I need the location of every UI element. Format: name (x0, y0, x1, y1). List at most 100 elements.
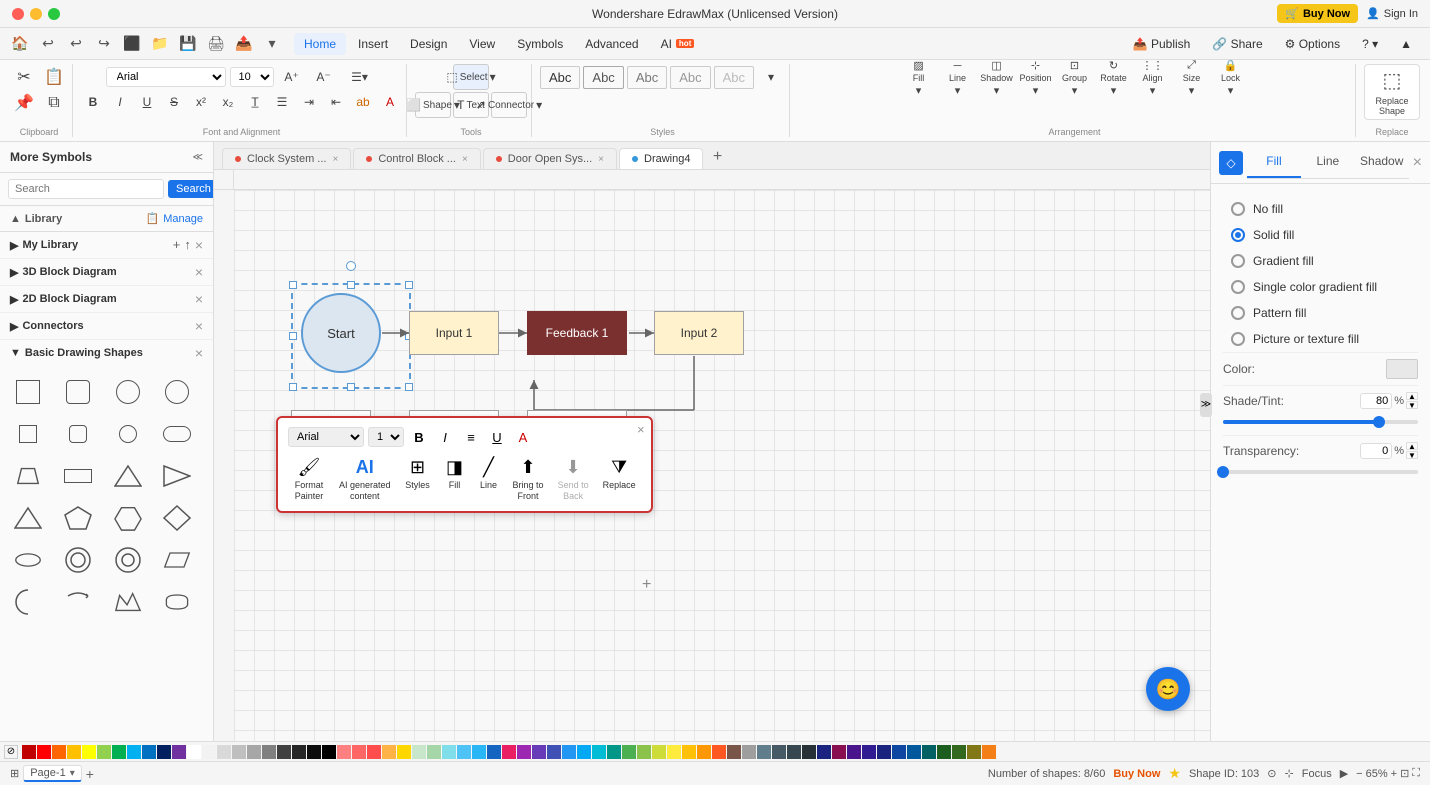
color-swatch-455a64[interactable] (772, 745, 786, 759)
color-swatch-4fc3f7[interactable] (457, 745, 471, 759)
zoom-in-btn[interactable]: + (1391, 768, 1397, 780)
connectors-header[interactable]: ▶ Connectors × (0, 313, 213, 339)
color-swatch-c00000[interactable] (22, 745, 36, 759)
color-swatch-ff8080[interactable] (337, 745, 351, 759)
color-swatch-c8e6c9[interactable] (412, 745, 426, 759)
clone-button[interactable]: ⧉ (40, 90, 68, 116)
color-swatch-2196f3[interactable] (562, 745, 576, 759)
color-swatch-ffeb3b[interactable] (667, 745, 681, 759)
print-icon[interactable]: 🖨 (204, 32, 228, 56)
fill-option-pattern-fill[interactable]: Pattern fill (1223, 300, 1418, 326)
color-swatch-673ab7[interactable] (532, 745, 546, 759)
shape-small-sq[interactable] (8, 414, 48, 454)
shape-parallelogram[interactable] (157, 540, 197, 580)
search-input[interactable] (8, 179, 164, 199)
color-swatch-e91e63[interactable] (502, 745, 516, 759)
color-swatch-000000[interactable] (322, 745, 336, 759)
increase-font-btn[interactable]: A⁺ (278, 64, 306, 90)
align-arrange-btn[interactable]: ⋮⋮ Align ▾ (1135, 64, 1171, 92)
import-lib-icon[interactable]: ↑ (184, 237, 191, 253)
fullscreen-btn[interactable]: ⛶ (1412, 767, 1420, 780)
ft-line-btn[interactable]: ╱ Line (474, 454, 504, 493)
select-zoom-icon[interactable]: ⊹ (1285, 767, 1294, 780)
color-swatch-1565c0[interactable] (487, 745, 501, 759)
color-swatch-f2f2f2[interactable] (202, 745, 216, 759)
color-swatch-cddc39[interactable] (652, 745, 666, 759)
color-swatch-3f51b5[interactable] (547, 745, 561, 759)
superscript-btn[interactable]: x² (189, 90, 213, 114)
highlight-btn[interactable]: ab (351, 90, 375, 114)
ft-replace-btn[interactable]: ⧩ Replace (598, 454, 641, 493)
color-swatch-0070c0[interactable] (142, 745, 156, 759)
ft-italic-btn[interactable]: I (434, 426, 456, 448)
menu-advanced[interactable]: Advanced (575, 33, 648, 55)
color-swatch-002060[interactable] (157, 745, 171, 759)
color-swatch-1b5e20[interactable] (937, 745, 951, 759)
sidebar-collapse-btn[interactable]: ≪ (193, 152, 203, 163)
color-swatch-404040[interactable] (277, 745, 291, 759)
color-swatch-ffc000[interactable] (67, 745, 81, 759)
undo2-icon[interactable]: ↩ (64, 32, 88, 56)
help-btn[interactable]: ? ▾ (1352, 33, 1388, 55)
collapse-panel-btn[interactable]: ▲ (1390, 33, 1422, 55)
underline-btn[interactable]: U (135, 90, 159, 114)
shape-small-circ[interactable] (108, 414, 148, 454)
ft-align-btn[interactable]: ≡ (460, 426, 482, 448)
fit-screen-btn[interactable]: ⊡ (1400, 767, 1409, 780)
close-my-library-btn[interactable]: × (195, 237, 203, 253)
color-swatch-00b0f0[interactable] (127, 745, 141, 759)
color-swatch-827717[interactable] (967, 745, 981, 759)
strikethrough-btn[interactable]: S (162, 90, 186, 114)
connection-icon[interactable]: ⊙ (1267, 767, 1276, 780)
color-swatch-ff4d4d[interactable] (367, 745, 381, 759)
export-icon[interactable]: 📤 (232, 32, 256, 56)
color-swatch-795548[interactable] (727, 745, 741, 759)
style-sample-4[interactable]: Abc (670, 66, 710, 89)
color-swatch-ff6666[interactable] (352, 745, 366, 759)
position-btn[interactable]: ⊹ Position ▾ (1018, 64, 1054, 92)
color-swatch-33691e[interactable] (952, 745, 966, 759)
lock-btn[interactable]: 🔒 Lock ▾ (1213, 64, 1249, 92)
menu-ai[interactable]: AI hot (651, 33, 705, 55)
font-size-select[interactable]: 10 (230, 67, 274, 87)
style-sample-2[interactable]: Abc (583, 66, 623, 89)
shade-down-btn[interactable]: ▼ (1406, 401, 1418, 409)
decrease-font-btn[interactable]: A⁻ (310, 64, 338, 90)
close-connectors-btn[interactable]: × (195, 318, 203, 334)
ft-font-color-btn[interactable]: A (512, 426, 534, 448)
options-btn[interactable]: ⚙ Options (1275, 33, 1350, 55)
transparency-input[interactable] (1360, 443, 1392, 459)
page-tab-active[interactable]: Page-1 ▾ (23, 765, 82, 782)
3d-block-header[interactable]: ▶ 3D Block Diagram × (0, 259, 213, 285)
ft-send-back-btn[interactable]: ⬇ Send toBack (553, 454, 594, 505)
panel-expand-btn[interactable]: ≫ (1200, 393, 1212, 417)
color-swatch-ff5722[interactable] (712, 745, 726, 759)
close-3d-btn[interactable]: × (195, 264, 203, 280)
color-swatch-ffffff[interactable] (187, 745, 201, 759)
2d-block-header[interactable]: ▶ 2D Block Diagram × (0, 286, 213, 312)
color-swatch-1a237e[interactable] (877, 745, 891, 759)
color-swatch-f57f17[interactable] (982, 745, 996, 759)
publish-btn[interactable]: 📤 Publish (1123, 33, 1201, 55)
start-shape[interactable]: Start (301, 293, 381, 373)
style-sample-5[interactable]: Abc (714, 66, 754, 89)
color-swatch-01579b[interactable] (907, 745, 921, 759)
color-swatch-7030a0[interactable] (172, 745, 186, 759)
open-icon[interactable]: 📁 (148, 32, 172, 56)
tab-shadow[interactable]: Shadow (1355, 146, 1409, 178)
color-swatch-37474f[interactable] (787, 745, 801, 759)
maximize-button[interactable] (48, 8, 60, 20)
add-lib-icon[interactable]: + (173, 237, 181, 253)
color-swatch-1a237e[interactable] (817, 745, 831, 759)
zoom-out-btn[interactable]: − (1356, 768, 1362, 780)
color-swatch-ffc107[interactable] (682, 745, 696, 759)
text-style-btn[interactable]: T̲ (243, 90, 267, 114)
ft-fill-btn[interactable]: ◨ Fill (440, 454, 470, 493)
list-btn[interactable]: ☰ (270, 90, 294, 114)
align-btn[interactable]: ☰▾ (342, 64, 378, 90)
tab-clock-system[interactable]: Clock System ... × (222, 148, 351, 169)
menu-insert[interactable]: Insert (348, 33, 398, 55)
share-btn[interactable]: 🔗 Share (1202, 33, 1272, 55)
transparency-down-btn[interactable]: ▼ (1406, 451, 1418, 459)
menu-design[interactable]: Design (400, 33, 457, 55)
